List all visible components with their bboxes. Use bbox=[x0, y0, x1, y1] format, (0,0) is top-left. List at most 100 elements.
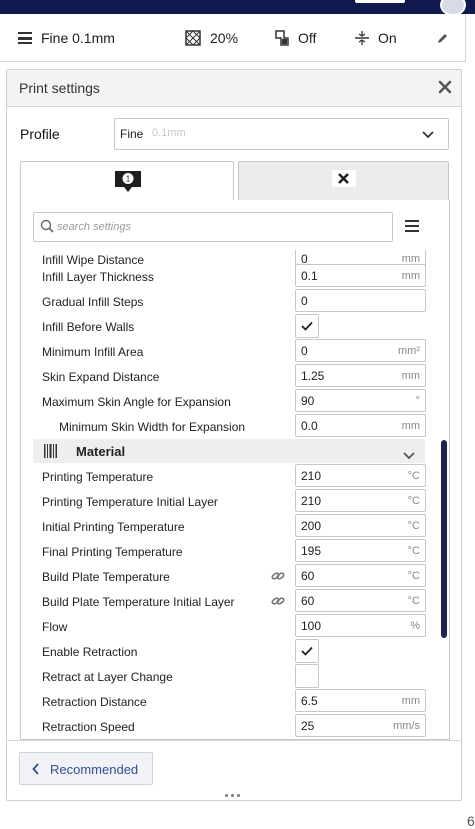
setting-value: 60 bbox=[301, 569, 315, 583]
profile-name: Fine bbox=[120, 127, 144, 141]
extruder-disabled-icon bbox=[332, 170, 356, 187]
recommended-button[interactable]: Recommended bbox=[19, 752, 153, 785]
summary-profile[interactable]: Fine 0.1mm bbox=[18, 14, 115, 61]
setting-unit: °C bbox=[407, 570, 420, 582]
settings-row[interactable]: Infill Before Walls bbox=[21, 313, 441, 338]
setting-label: Printing Temperature Initial Layer bbox=[42, 495, 218, 509]
setting-input[interactable]: 0 mm² bbox=[295, 339, 426, 362]
setting-label: Build Plate Temperature bbox=[42, 570, 170, 584]
panel-header: Print settings bbox=[7, 70, 461, 107]
settings-row[interactable]: Final Printing Temperature 195 °C bbox=[21, 538, 441, 563]
setting-input[interactable]: 195 °C bbox=[295, 539, 426, 562]
resize-handle[interactable] bbox=[225, 794, 245, 798]
settings-row[interactable]: Retraction Speed 25 mm/s bbox=[21, 713, 441, 738]
setting-unit: mm bbox=[401, 370, 420, 382]
summary-infill[interactable]: 20% bbox=[185, 14, 238, 61]
setting-input[interactable]: 6.5 mm bbox=[295, 689, 426, 712]
setting-input[interactable]: 210 °C bbox=[295, 489, 426, 512]
search-input[interactable]: search settings bbox=[33, 212, 393, 242]
settings-row[interactable]: Minimum Skin Width for Expansion 0.0 mm bbox=[21, 413, 441, 438]
setting-input[interactable]: 90 ° bbox=[295, 389, 426, 412]
setting-unit: ° bbox=[415, 395, 420, 407]
setting-checkbox[interactable] bbox=[295, 664, 319, 688]
panel-title: Print settings bbox=[19, 80, 100, 96]
settings-row[interactable]: Retract at Layer Change bbox=[21, 663, 441, 688]
infill-icon bbox=[185, 29, 201, 46]
summary-adhesion-label: On bbox=[378, 29, 397, 46]
setting-input[interactable]: 0.1 mm bbox=[295, 264, 426, 287]
setting-unit: mm bbox=[401, 420, 420, 432]
settings-row[interactable]: Build Plate Temperature Initial Layer 60… bbox=[21, 588, 441, 613]
setting-value: 60 bbox=[301, 594, 315, 608]
settings-row[interactable]: Retraction Distance 6.5 mm bbox=[21, 688, 441, 713]
setting-label: Final Printing Temperature bbox=[42, 545, 183, 559]
setting-unit: mm² bbox=[398, 345, 420, 357]
settings-row[interactable]: Flow 100 % bbox=[21, 613, 441, 638]
setting-input[interactable]: 25 mm/s bbox=[295, 714, 426, 737]
setting-label: Maximum Skin Angle for Expansion bbox=[42, 395, 231, 409]
category-label: Material bbox=[76, 444, 126, 459]
settings-row[interactable]: Printing Temperature Initial Layer 210 °… bbox=[21, 488, 441, 513]
setting-value: 200 bbox=[301, 519, 322, 533]
setting-value: 0.1 bbox=[301, 269, 318, 283]
setting-label: Infill Layer Thickness bbox=[42, 270, 154, 284]
tab-disabled-extruder[interactable] bbox=[238, 161, 449, 202]
settings-row[interactable]: Build Plate Temperature 60 °C bbox=[21, 563, 441, 588]
settings-box: search settings Infill Wipe Distance 0 m… bbox=[20, 200, 450, 740]
extruder-badge-number: 1 bbox=[126, 175, 131, 184]
category-material[interactable]: Material bbox=[33, 439, 425, 463]
setting-input[interactable]: 210 °C bbox=[295, 464, 426, 487]
profile-layer-height: 0.1mm bbox=[152, 127, 186, 139]
summary-support[interactable]: Off bbox=[275, 14, 316, 61]
setting-value: 210 bbox=[301, 494, 322, 508]
settings-row[interactable]: Skin Expand Distance 1.25 mm bbox=[21, 363, 441, 388]
setting-input[interactable]: 100 % bbox=[295, 614, 426, 637]
print-summary-bar[interactable]: Fine 0.1mm 20% Off On bbox=[0, 14, 466, 62]
setting-unit: mm bbox=[401, 695, 420, 707]
settings-row[interactable]: Infill Layer Thickness 0.1 mm bbox=[21, 263, 441, 288]
footer-divider bbox=[7, 740, 461, 741]
setting-input[interactable]: 60 °C bbox=[295, 564, 426, 587]
settings-row[interactable]: Initial Printing Temperature 200 °C bbox=[21, 513, 441, 538]
top-bar bbox=[0, 0, 475, 16]
settings-menu-icon[interactable] bbox=[405, 219, 419, 232]
chevron-left-icon bbox=[32, 762, 40, 780]
edit-summary-button[interactable] bbox=[437, 14, 458, 61]
close-icon[interactable] bbox=[437, 79, 453, 95]
setting-input[interactable]: 60 °C bbox=[295, 589, 426, 612]
setting-input[interactable]: 0.0 mm bbox=[295, 414, 426, 437]
setting-label: Minimum Skin Width for Expansion bbox=[59, 420, 246, 434]
setting-value: 1.25 bbox=[301, 369, 325, 383]
link-icon[interactable] bbox=[271, 569, 285, 587]
setting-label: Gradual Infill Steps bbox=[42, 295, 144, 309]
setting-input[interactable]: 0 bbox=[295, 289, 426, 312]
summary-profile-label: Fine 0.1mm bbox=[41, 29, 115, 46]
setting-unit: mm bbox=[401, 270, 420, 282]
setting-unit: °C bbox=[407, 470, 420, 482]
setting-label: Retract at Layer Change bbox=[42, 670, 173, 684]
checkmark-icon bbox=[301, 646, 313, 656]
settings-row[interactable]: Minimum Infill Area 0 mm² bbox=[21, 338, 441, 363]
summary-adhesion[interactable]: On bbox=[355, 14, 397, 61]
settings-row[interactable]: Printing Temperature 210 °C bbox=[21, 463, 441, 488]
profile-dropdown[interactable]: Fine 0.1mm bbox=[114, 118, 449, 150]
setting-value: 0 bbox=[301, 344, 308, 358]
setting-input[interactable]: 200 °C bbox=[295, 514, 426, 537]
settings-scrollbar[interactable] bbox=[441, 440, 447, 638]
settings-list[interactable]: Infill Wipe Distance 0 mm Infill Layer T… bbox=[21, 250, 449, 739]
tab-custom-settings[interactable]: 1 bbox=[20, 161, 234, 201]
search-icon bbox=[40, 219, 54, 233]
settings-row[interactable]: Maximum Skin Angle for Expansion 90 ° bbox=[21, 388, 441, 413]
setting-checkbox[interactable] bbox=[295, 639, 319, 663]
setting-value: 0 bbox=[301, 294, 308, 308]
setting-unit: °C bbox=[407, 545, 420, 557]
setting-unit: °C bbox=[407, 595, 420, 607]
settings-row[interactable]: Gradual Infill Steps 0 bbox=[21, 288, 441, 313]
setting-label: Retraction Distance bbox=[42, 695, 147, 709]
link-icon[interactable] bbox=[271, 594, 285, 612]
setting-checkbox[interactable] bbox=[295, 314, 319, 338]
settings-row[interactable]: Enable Retraction bbox=[21, 638, 441, 663]
setting-input[interactable]: 1.25 mm bbox=[295, 364, 426, 387]
summary-support-label: Off bbox=[298, 29, 317, 46]
top-bar-button[interactable] bbox=[355, 0, 405, 3]
